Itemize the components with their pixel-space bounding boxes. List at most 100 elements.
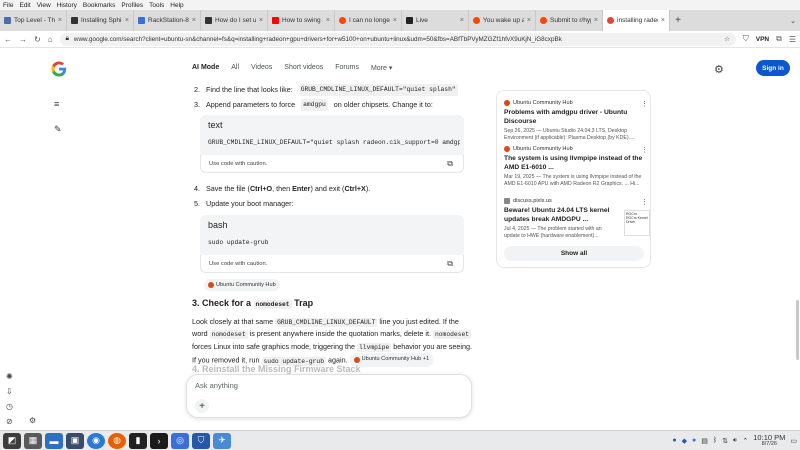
block-icon[interactable]: ⊘ — [6, 417, 13, 426]
firefox-icon[interactable]: ◍ — [108, 432, 126, 449]
app-icon[interactable]: ◎ — [171, 432, 189, 449]
tab-0[interactable]: Top Level - The Mai× — [0, 10, 67, 31]
tab-3[interactable]: How do I set up a P× — [201, 10, 268, 31]
tab-8[interactable]: Submit to r/hypoth× — [536, 10, 603, 31]
url-bar[interactable]: 🔒︎ www.google.com/search?client=ubuntu-s… — [59, 32, 736, 46]
tab-4[interactable]: How to swing a 16 l× — [268, 10, 335, 31]
tab-label: Submit to r/hypoth — [550, 17, 591, 24]
back-icon[interactable]: ← — [4, 35, 12, 44]
forward-icon[interactable]: → — [19, 35, 27, 44]
gear-icon[interactable]: ⚙ — [29, 416, 36, 425]
tray-app-icon-2[interactable]: ● — [692, 437, 696, 444]
tab-forums[interactable]: Forums — [335, 64, 359, 72]
clock[interactable]: 10:10 PM 8/7/26 — [753, 433, 785, 448]
show-desktop-icon[interactable]: ▭ — [790, 437, 797, 445]
close-icon[interactable]: × — [125, 17, 129, 24]
more-vert-icon[interactable]: ⋮ — [641, 198, 648, 206]
extensions-icon[interactable]: ⧉ — [776, 34, 782, 44]
settings-gear-icon[interactable]: ⚙ — [714, 63, 724, 76]
files-icon[interactable]: ▬ — [45, 432, 63, 449]
code-content[interactable]: sudo update-grub — [208, 238, 460, 248]
sign-in-button[interactable]: Sign in — [756, 60, 790, 76]
more-vert-icon[interactable]: ⋮ — [641, 146, 648, 154]
download-icon[interactable]: ⇩ — [6, 387, 13, 396]
copy-icon[interactable]: ⧉ — [447, 159, 453, 169]
bookmark-star-icon[interactable]: ☆ — [724, 36, 730, 43]
menu-help[interactable]: Help — [170, 2, 183, 9]
tab-list-icon[interactable]: ⌄ — [786, 10, 800, 31]
tab-6[interactable]: Live × — [402, 10, 469, 31]
ask-input-box[interactable]: Ask anything + — [186, 374, 472, 418]
close-icon[interactable]: × — [58, 17, 62, 24]
close-icon[interactable]: × — [192, 17, 196, 24]
new-chat-icon[interactable]: ✎ — [54, 124, 62, 135]
sparkle-icon[interactable]: ✺ — [6, 372, 13, 381]
tab-7[interactable]: You wake up aboar× — [469, 10, 536, 31]
terminal-icon-2[interactable]: › — [150, 432, 168, 449]
volume-icon[interactable]: 🔉︎ — [733, 437, 737, 445]
source-card[interactable]: Ubuntu Community Hub ⋮ The system is usi… — [504, 146, 648, 188]
tab-9-active[interactable]: installing radeon gr× — [603, 10, 670, 31]
google-logo-icon[interactable] — [50, 60, 68, 78]
reload-icon[interactable]: ↻ — [34, 35, 41, 44]
more-vert-icon[interactable]: ⋮ — [641, 100, 648, 108]
chevron-up-icon[interactable]: ⌃ — [742, 437, 748, 445]
close-icon[interactable]: × — [460, 17, 464, 24]
tab-5[interactable]: I can no longer use× — [335, 10, 402, 31]
show-all-button[interactable]: Show all — [504, 246, 644, 261]
close-icon[interactable]: × — [326, 17, 330, 24]
clock-icon[interactable]: ◷ — [6, 402, 13, 411]
network-icon[interactable]: ⇅ — [722, 437, 728, 445]
menu-tools[interactable]: Tools — [149, 2, 164, 9]
close-icon[interactable]: × — [259, 17, 263, 24]
app-icon-2[interactable]: ✈ — [213, 432, 231, 449]
shield-icon[interactable]: ⛉ — [743, 34, 749, 44]
shield-app-icon[interactable]: ⛉ — [192, 432, 210, 449]
close-icon[interactable]: × — [661, 17, 665, 24]
menu-view[interactable]: View — [37, 2, 51, 9]
monitor-icon[interactable]: ▣ — [66, 432, 84, 449]
new-tab-button[interactable]: + — [670, 10, 686, 31]
ask-input[interactable]: Ask anything — [195, 381, 238, 390]
close-icon[interactable]: × — [594, 17, 598, 24]
source-title[interactable]: The system is using llvmpipe instead of … — [504, 155, 644, 172]
tab-ai-mode[interactable]: AI Mode — [192, 64, 219, 72]
source-title[interactable]: Problems with amdgpu driver - Ubuntu Dis… — [504, 109, 644, 126]
source-card[interactable]: discuss.pixls.us ⋮ Beware! Ubuntu 24.04 … — [504, 198, 650, 240]
menu-file[interactable]: File — [3, 2, 13, 9]
menu-edit[interactable]: Edit — [19, 2, 30, 9]
menu-icon[interactable]: ☰ — [789, 35, 796, 44]
vpn-button[interactable]: VPN — [756, 36, 769, 43]
bluetooth-icon[interactable]: ᛒ — [713, 437, 717, 444]
menu-bookmarks[interactable]: Bookmarks — [83, 2, 116, 9]
tab-more[interactable]: More ▾ — [371, 64, 392, 72]
terminal-icon[interactable]: ▮ — [129, 432, 147, 449]
scrollbar-thumb[interactable] — [796, 300, 799, 360]
source-thumbnail[interactable]: ROCm ROCm Kernel Driver — [624, 210, 650, 236]
home-icon[interactable]: ⌂ — [48, 35, 53, 44]
menu-history[interactable]: History — [57, 2, 77, 9]
tab-videos[interactable]: Videos — [251, 64, 272, 72]
disk-icon[interactable]: ◉ — [87, 432, 105, 449]
tab-short-videos[interactable]: Short videos — [284, 64, 323, 72]
history-list-icon[interactable]: ≡ — [54, 99, 59, 109]
clipboard-icon[interactable]: ▤ — [701, 437, 708, 445]
step-text: Save the file (Ctrl+O, then Enter) and e… — [206, 184, 370, 194]
app-launcher-icon[interactable]: ◩ — [3, 432, 21, 449]
tray-badge-icon[interactable]: ◆ — [682, 437, 687, 445]
source-card[interactable]: Ubuntu Community Hub ⋮ Problems with amd… — [504, 100, 648, 142]
citation-chip[interactable]: Ubuntu Community Hub — [204, 279, 280, 291]
workspace-icon[interactable]: ▦ — [24, 432, 42, 449]
tab-1[interactable]: Installing Sphinx —× — [67, 10, 134, 31]
add-attachment-button[interactable]: + — [195, 399, 209, 413]
close-icon[interactable]: × — [527, 17, 531, 24]
menu-profiles[interactable]: Profiles — [121, 2, 143, 9]
tab-all[interactable]: All — [231, 64, 239, 72]
copy-icon[interactable]: ⧉ — [447, 259, 453, 269]
tray-app-icon[interactable]: ● — [672, 437, 676, 444]
source-site: Ubuntu Community Hub — [504, 100, 644, 106]
close-icon[interactable]: × — [393, 17, 397, 24]
tab-2[interactable]: RackStation-816 - S× — [134, 10, 201, 31]
source-title[interactable]: Beware! Ubuntu 24.04 LTS kernel updates … — [504, 207, 614, 224]
code-content[interactable]: GRUB_CMDLINE_LINUX_DEFAULT="quiet splash… — [208, 138, 460, 148]
